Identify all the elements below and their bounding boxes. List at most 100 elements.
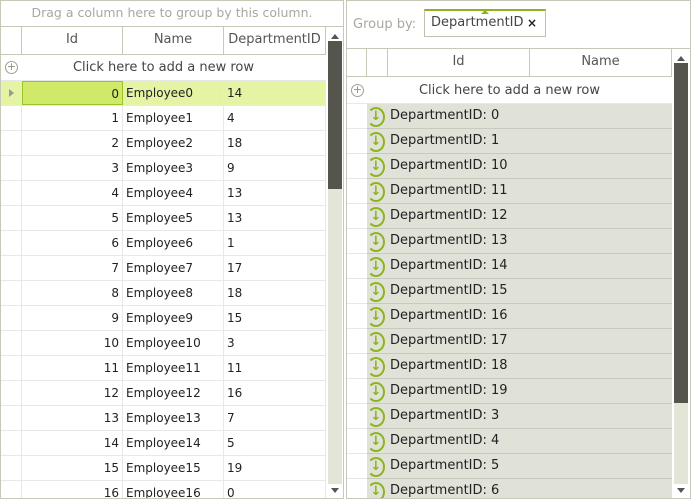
table-row[interactable]: 14 Employee14 5 — [1, 431, 326, 456]
cell-id[interactable]: 14 — [22, 431, 123, 455]
cell-id[interactable]: 3 — [22, 156, 123, 180]
group-row[interactable]: ↓ DepartmentID: 15 — [367, 279, 672, 304]
cell-departmentid[interactable]: 11 — [224, 356, 326, 380]
expand-group-icon[interactable]: ↓ — [367, 332, 385, 352]
scroll-up-icon[interactable] — [331, 34, 339, 39]
close-icon[interactable]: × — [527, 11, 537, 35]
cell-departmentid[interactable]: 3 — [224, 331, 326, 355]
group-row[interactable]: ↓ DepartmentID: 19 — [367, 379, 672, 404]
group-row[interactable]: ↓ DepartmentID: 11 — [367, 179, 672, 204]
column-header-name[interactable]: Name — [530, 48, 672, 76]
cell-name[interactable]: Employee3 — [123, 156, 224, 180]
scroll-down-icon[interactable] — [331, 488, 339, 493]
column-header-name[interactable]: Name — [123, 26, 224, 54]
cell-id[interactable]: 12 — [22, 381, 123, 405]
group-row[interactable]: ↓ DepartmentID: 12 — [367, 204, 672, 229]
group-chip-departmentid[interactable]: DepartmentID × — [424, 9, 546, 37]
cell-id[interactable]: 8 — [22, 281, 123, 305]
cell-id[interactable]: 7 — [22, 256, 123, 280]
table-row[interactable]: 4 Employee4 13 — [1, 181, 326, 206]
cell-name[interactable]: Employee7 — [123, 256, 224, 280]
group-row[interactable]: ↓ DepartmentID: 16 — [367, 304, 672, 329]
cell-departmentid[interactable]: 9 — [224, 156, 326, 180]
expand-group-icon[interactable]: ↓ — [367, 432, 385, 452]
expand-group-icon[interactable]: ↓ — [367, 407, 385, 427]
cell-id[interactable]: 13 — [22, 406, 123, 430]
group-row[interactable]: ↓ DepartmentID: 0 — [367, 104, 672, 129]
cell-id[interactable]: 5 — [22, 206, 123, 230]
add-new-row[interactable]: + Click here to add a new row — [1, 55, 326, 81]
table-row[interactable]: 10 Employee10 3 — [1, 331, 326, 356]
table-row[interactable]: 6 Employee6 1 — [1, 231, 326, 256]
expand-group-icon[interactable]: ↓ — [367, 357, 385, 377]
expand-group-icon[interactable]: ↓ — [367, 182, 385, 202]
add-new-row[interactable]: + Click here to add a new row — [347, 78, 672, 104]
cell-name[interactable]: Employee9 — [123, 306, 224, 330]
expand-group-icon[interactable]: ↓ — [367, 307, 385, 327]
cell-name[interactable]: Employee1 — [123, 106, 224, 130]
group-row[interactable]: ↓ DepartmentID: 14 — [367, 254, 672, 279]
cell-departmentid[interactable]: 13 — [224, 181, 326, 205]
group-row[interactable]: ↓ DepartmentID: 1 — [367, 129, 672, 154]
cell-name[interactable]: Employee0 — [123, 81, 224, 105]
group-row[interactable]: ↓ DepartmentID: 17 — [367, 329, 672, 354]
table-row[interactable]: 11 Employee11 11 — [1, 356, 326, 381]
group-row[interactable]: ↓ DepartmentID: 13 — [367, 229, 672, 254]
cell-departmentid[interactable]: 5 — [224, 431, 326, 455]
cell-id[interactable]: 11 — [22, 356, 123, 380]
cell-departmentid[interactable]: 1 — [224, 231, 326, 255]
cell-id[interactable]: 9 — [22, 306, 123, 330]
table-row[interactable]: 3 Employee3 9 — [1, 156, 326, 181]
cell-id[interactable]: 0 — [22, 81, 123, 105]
cell-name[interactable]: Employee5 — [123, 206, 224, 230]
cell-departmentid[interactable]: 13 — [224, 206, 326, 230]
scrollbar-thumb[interactable] — [328, 41, 342, 189]
scroll-down-icon[interactable] — [677, 488, 685, 493]
table-row[interactable]: 13 Employee13 7 — [1, 406, 326, 431]
table-row[interactable]: 16 Employee16 0 — [1, 481, 326, 498]
cell-name[interactable]: Employee8 — [123, 281, 224, 305]
cell-name[interactable]: Employee13 — [123, 406, 224, 430]
expand-group-icon[interactable]: ↓ — [367, 132, 385, 152]
expand-group-icon[interactable]: ↓ — [367, 282, 385, 302]
cell-id[interactable]: 6 — [22, 231, 123, 255]
table-row[interactable]: 9 Employee9 15 — [1, 306, 326, 331]
expand-group-icon[interactable]: ↓ — [367, 232, 385, 252]
table-row[interactable]: 8 Employee8 18 — [1, 281, 326, 306]
table-row[interactable]: 5 Employee5 13 — [1, 206, 326, 231]
group-row[interactable]: ↓ DepartmentID: 6 — [367, 479, 672, 498]
expand-group-icon[interactable]: ↓ — [367, 382, 385, 402]
cell-departmentid[interactable]: 17 — [224, 256, 326, 280]
cell-name[interactable]: Employee4 — [123, 181, 224, 205]
table-row[interactable]: 2 Employee2 18 — [1, 131, 326, 156]
cell-name[interactable]: Employee11 — [123, 356, 224, 380]
cell-departmentid[interactable]: 7 — [224, 406, 326, 430]
cell-name[interactable]: Employee12 — [123, 381, 224, 405]
cell-name[interactable]: Employee2 — [123, 131, 224, 155]
cell-name[interactable]: Employee14 — [123, 431, 224, 455]
column-header-id[interactable]: Id — [388, 48, 530, 76]
cell-departmentid[interactable]: 4 — [224, 106, 326, 130]
group-row[interactable]: ↓ DepartmentID: 4 — [367, 429, 672, 454]
scrollbar-thumb[interactable] — [674, 63, 688, 403]
cell-departmentid[interactable]: 18 — [224, 131, 326, 155]
table-row[interactable]: 7 Employee7 17 — [1, 256, 326, 281]
expand-group-icon[interactable]: ↓ — [367, 457, 385, 477]
expand-group-icon[interactable]: ↓ — [367, 207, 385, 227]
cell-name[interactable]: Employee10 — [123, 331, 224, 355]
table-row[interactable]: 15 Employee15 19 — [1, 456, 326, 481]
cell-departmentid[interactable]: 16 — [224, 381, 326, 405]
cell-name[interactable]: Employee16 — [123, 481, 224, 498]
cell-id[interactable]: 15 — [22, 456, 123, 480]
vertical-scrollbar[interactable] — [328, 29, 342, 498]
cell-id[interactable]: 2 — [22, 131, 123, 155]
expand-group-icon[interactable]: ↓ — [367, 257, 385, 277]
group-row[interactable]: ↓ DepartmentID: 10 — [367, 154, 672, 179]
table-row[interactable]: 1 Employee1 4 — [1, 106, 326, 131]
cell-id[interactable]: 10 — [22, 331, 123, 355]
expand-group-icon[interactable]: ↓ — [367, 157, 385, 177]
expand-group-icon[interactable]: ↓ — [367, 107, 385, 127]
cell-name[interactable]: Employee6 — [123, 231, 224, 255]
cell-id[interactable]: 1 — [22, 106, 123, 130]
table-row[interactable]: 12 Employee12 16 — [1, 381, 326, 406]
